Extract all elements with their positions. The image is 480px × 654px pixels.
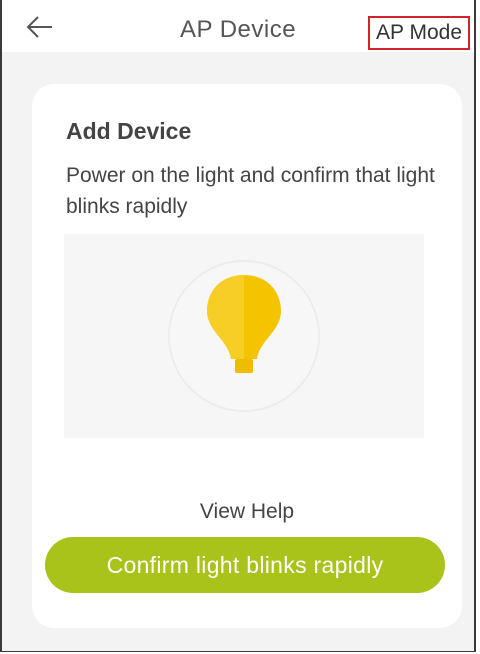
bulb-illustration [64, 234, 424, 438]
app-screen: AP Device AP Mode Add Device Power on th… [0, 0, 476, 652]
light-bulb-icon [207, 275, 281, 373]
card-title: Add Device [66, 118, 192, 144]
confirm-blink-button[interactable]: Confirm light blinks rapidly [45, 537, 445, 593]
add-device-card: Add Device Power on the light and confir… [32, 84, 462, 628]
card-description: Power on the light and confirm that ligh… [66, 164, 435, 218]
top-bar: AP Device AP Mode [2, 0, 474, 52]
view-help-link[interactable]: View Help [32, 500, 462, 524]
ap-mode-button[interactable]: AP Mode [368, 16, 470, 50]
